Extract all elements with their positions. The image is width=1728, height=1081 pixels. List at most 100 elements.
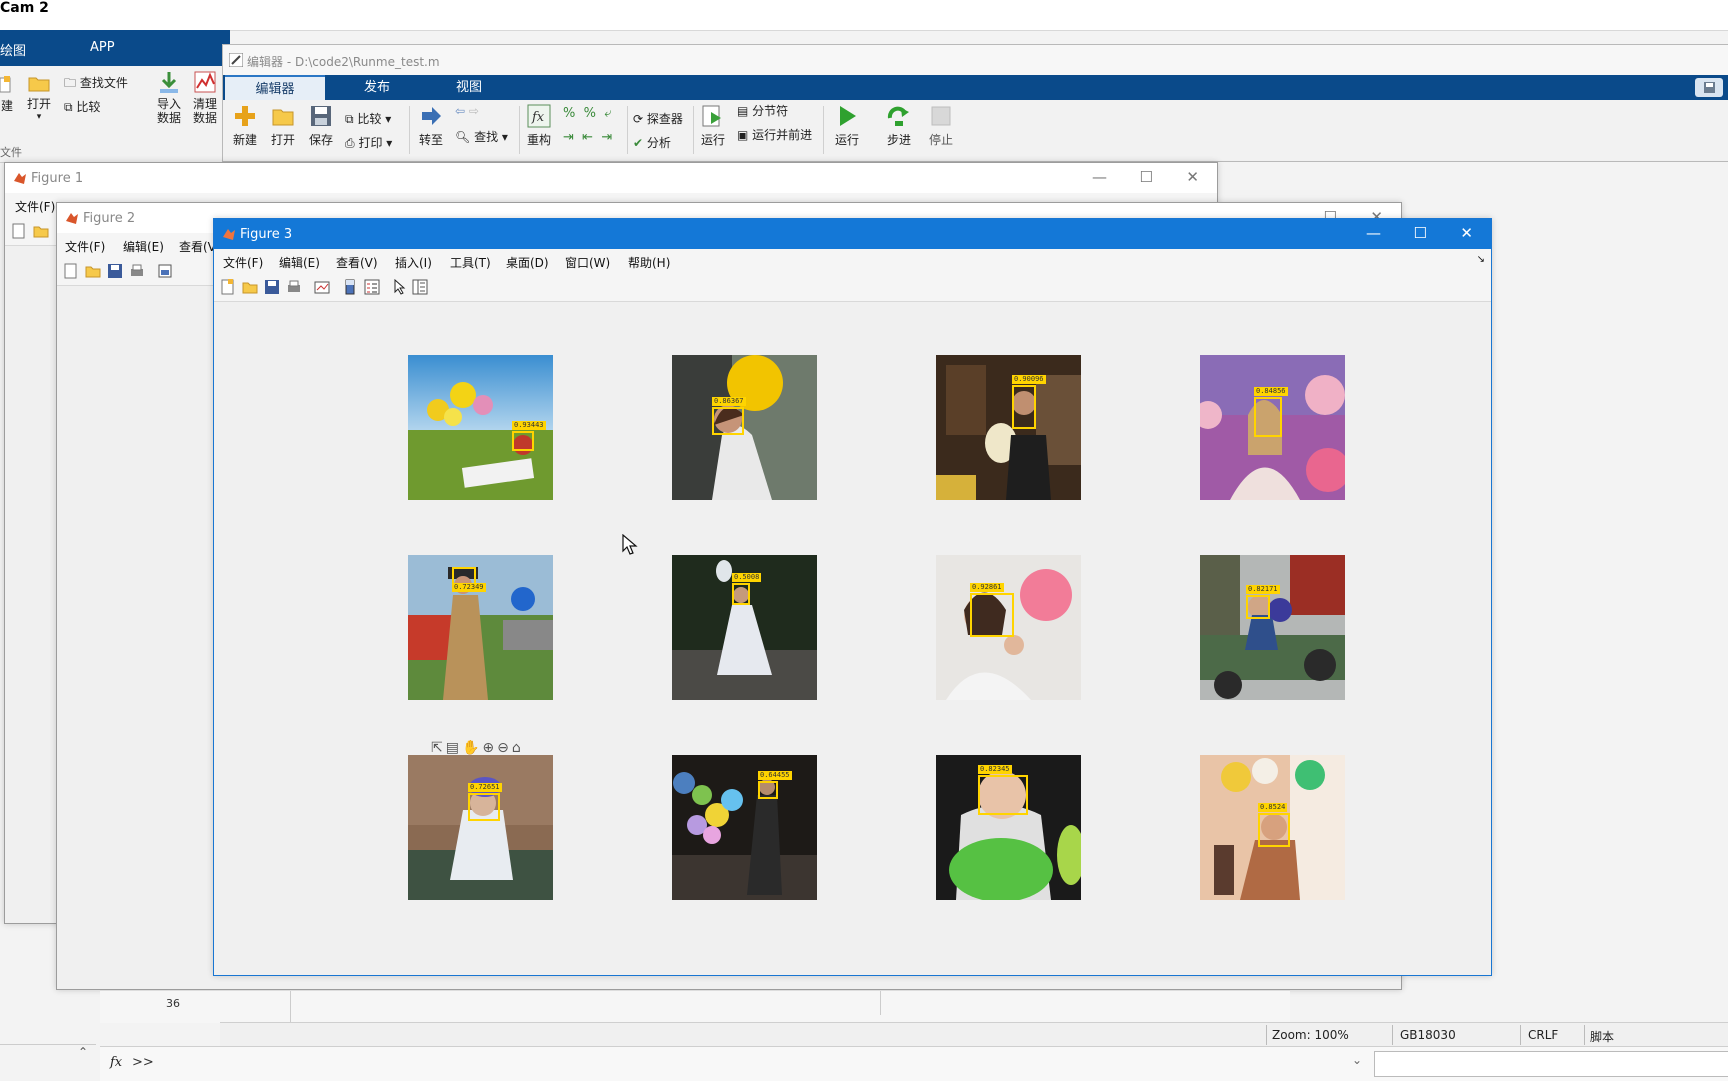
- close-icon[interactable]: ✕: [1460, 224, 1473, 242]
- figure3-titlebar[interactable]: Figure 3 — ☐ ✕: [214, 219, 1491, 249]
- figure1-titlebar[interactable]: Figure 1 — ☐ ✕: [5, 163, 1217, 193]
- command-window[interactable]: fx >> ⌄: [100, 1046, 1728, 1081]
- open-file-icon[interactable]: [242, 279, 258, 295]
- comment-tools[interactable]: % % ⤶: [563, 106, 612, 121]
- menu-help[interactable]: 帮助(H): [628, 254, 670, 271]
- close-icon[interactable]: ✕: [1186, 168, 1199, 186]
- new-script-button[interactable]: 新建: [229, 104, 261, 148]
- tab-view[interactable]: 视图: [419, 75, 519, 100]
- section-break-icon: ▤: [737, 104, 749, 118]
- section-break-button[interactable]: ▤ 分节符: [737, 102, 788, 119]
- pan-icon[interactable]: ✋: [462, 740, 482, 756]
- print-figure-icon[interactable]: [286, 279, 302, 295]
- command-input[interactable]: [1374, 1051, 1728, 1077]
- dock-arrow-icon[interactable]: ↘: [1477, 254, 1485, 265]
- percent-icon: %: [563, 106, 576, 121]
- zoom-status[interactable]: Zoom: 100%: [1272, 1028, 1349, 1042]
- tab-plots[interactable]: 绘图: [0, 40, 26, 59]
- import-data-button[interactable]: 导入 数据: [154, 70, 184, 125]
- compare-button[interactable]: ⧉ 比较 ▾: [345, 110, 391, 127]
- result-image-7: 0.92861: [936, 555, 1081, 700]
- menu-edit[interactable]: 编辑(E): [279, 254, 320, 271]
- editor-titlebar[interactable]: 编辑器 - D:\code2\Runme_test.m: [223, 45, 1728, 75]
- chevron-down-icon[interactable]: ⌄: [1352, 1053, 1362, 1067]
- new-figure-icon[interactable]: [220, 279, 236, 295]
- save-button[interactable]: 保存: [305, 104, 337, 148]
- editor-title: 编辑器 - D:\code2\Runme_test.m: [247, 55, 440, 69]
- minimize-icon[interactable]: —: [1092, 168, 1107, 186]
- nav-arrows[interactable]: ⇦ ⇨: [455, 104, 479, 118]
- print-figure-icon[interactable]: [129, 263, 145, 279]
- home-icon[interactable]: ⌂: [512, 740, 524, 756]
- profiler-label: 探查器: [646, 112, 683, 126]
- find-files-button[interactable]: 🗀 查找文件: [64, 74, 128, 95]
- editor-open-button[interactable]: 打开: [267, 104, 299, 148]
- link-plot-icon[interactable]: [157, 263, 173, 279]
- print-button[interactable]: ⎙ 打印 ▾: [345, 134, 392, 151]
- compare-button[interactable]: ⧉ 比较: [64, 98, 100, 115]
- compare-label: 比较: [76, 100, 101, 114]
- menu-edit[interactable]: 编辑(E): [123, 238, 164, 255]
- maximize-icon[interactable]: ☐: [1414, 224, 1427, 242]
- back-arrow-icon: ⇦: [455, 104, 466, 118]
- stop-button[interactable]: 停止: [923, 104, 959, 148]
- editor-code-area[interactable]: 36: [100, 990, 1290, 1023]
- tab-apps[interactable]: APP: [90, 40, 115, 55]
- zoom-out-icon[interactable]: ⊖: [497, 740, 512, 756]
- link-plot-icon[interactable]: [314, 279, 330, 295]
- step-button[interactable]: 步进: [881, 104, 917, 148]
- run-advance-icon: ▣: [737, 128, 749, 142]
- toolstrip-menu-button[interactable]: [1695, 78, 1723, 97]
- file-type-status[interactable]: 脚本: [1590, 1028, 1614, 1045]
- run-label: 运行: [834, 133, 859, 147]
- analyze-button[interactable]: ✔ 分析: [633, 134, 671, 151]
- find-button[interactable]: 🔍︎ 查找 ▾: [455, 128, 508, 145]
- menu-tools[interactable]: 工具(T): [450, 254, 491, 271]
- goto-button[interactable]: 转至: [415, 104, 447, 148]
- export-icon[interactable]: ⇱: [431, 740, 446, 756]
- run-section-button[interactable]: 运行: [697, 104, 729, 148]
- open-file-icon[interactable]: [33, 223, 49, 239]
- chevron-up-icon[interactable]: ⌃: [78, 1045, 88, 1059]
- minimize-icon[interactable]: —: [1366, 224, 1381, 242]
- zoom-in-icon[interactable]: ⊕: [482, 740, 497, 756]
- open-file-icon[interactable]: [85, 263, 101, 279]
- encoding-status[interactable]: GB18030: [1400, 1028, 1456, 1042]
- menu-insert[interactable]: 插入(I): [395, 254, 432, 271]
- new-button[interactable]: 建: [0, 76, 14, 114]
- menu-view[interactable]: 查看(V: [179, 238, 216, 255]
- run-button[interactable]: 运行: [829, 104, 865, 148]
- refactor-button[interactable]: fx 重构: [523, 104, 555, 148]
- maximize-icon[interactable]: ☐: [1140, 168, 1153, 186]
- face-bbox: [978, 775, 1028, 815]
- menu-file[interactable]: 文件(F): [65, 238, 105, 255]
- brush-icon[interactable]: ▤: [446, 740, 462, 756]
- pointer-icon[interactable]: [392, 279, 408, 295]
- eol-status[interactable]: CRLF: [1528, 1028, 1558, 1042]
- clean-data-button[interactable]: 清理 数据: [190, 70, 220, 125]
- insert-legend-icon[interactable]: [364, 279, 380, 295]
- tab-editor[interactable]: 编辑器: [225, 75, 325, 102]
- indent-tools[interactable]: ⇥ ⇤ ⇥: [563, 130, 612, 145]
- menu-file[interactable]: 文件(F): [223, 254, 263, 271]
- menu-view[interactable]: 查看(V): [336, 254, 378, 271]
- insert-colorbar-icon[interactable]: [342, 279, 358, 295]
- profiler-button[interactable]: ⟳ 探查器: [633, 110, 683, 127]
- property-inspector-icon[interactable]: [412, 279, 428, 295]
- new-figure-icon[interactable]: [63, 263, 79, 279]
- menu-file[interactable]: 文件(F): [15, 198, 55, 215]
- save-figure-icon[interactable]: [107, 263, 123, 279]
- menu-desktop[interactable]: 桌面(D): [506, 254, 549, 271]
- run-and-advance-button[interactable]: ▣ 运行并前进: [737, 126, 812, 143]
- status-divider: [1584, 1025, 1585, 1045]
- save-figure-icon[interactable]: [264, 279, 280, 295]
- status-divider: [1520, 1025, 1521, 1045]
- menu-window[interactable]: 窗口(W): [565, 254, 610, 271]
- axes-toolbar[interactable]: ⇱▤✋⊕⊖⌂: [431, 740, 524, 756]
- tab-publish[interactable]: 发布: [327, 75, 427, 100]
- open-button[interactable]: 打开 ▾: [24, 74, 54, 122]
- goto-icon: [422, 107, 441, 125]
- new-figure-icon[interactable]: [11, 223, 27, 239]
- fx-icon[interactable]: fx: [110, 1055, 122, 1070]
- confidence-label: 0.82171: [1246, 585, 1280, 594]
